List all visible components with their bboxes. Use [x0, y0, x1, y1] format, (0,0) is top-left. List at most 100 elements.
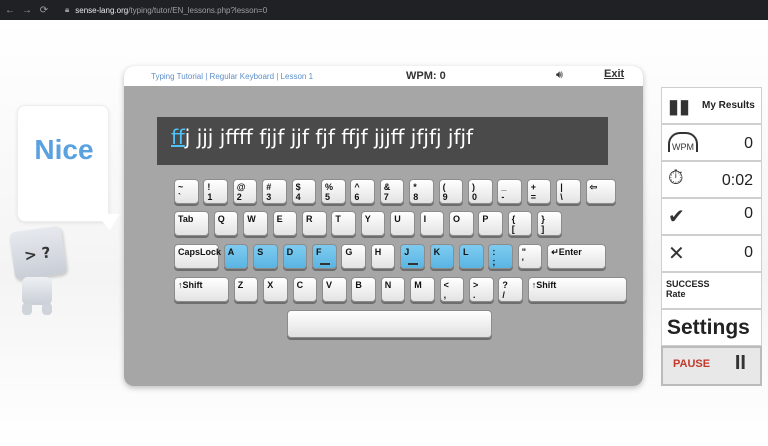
key-row4-8[interactable]: <,	[439, 277, 465, 302]
key-row4-3[interactable]: C	[292, 277, 318, 302]
key-row1-2[interactable]: @2	[232, 179, 258, 204]
key-row4-4[interactable]: V	[322, 277, 347, 302]
key-label: R	[306, 214, 313, 224]
forward-icon[interactable]: →	[20, 5, 34, 16]
key-row1-9[interactable]: (9	[438, 179, 464, 204]
key-label: <	[443, 280, 449, 290]
key-sublabel: ]	[541, 224, 545, 234]
key-row4-9[interactable]: >.	[469, 277, 494, 302]
key-row1-1[interactable]: ! 1	[203, 179, 228, 204]
settings-button[interactable]: Settings	[661, 309, 762, 346]
key-row3-8[interactable]: K	[429, 244, 455, 269]
key-row4-7[interactable]: M	[410, 277, 435, 302]
key-label: |	[560, 182, 563, 192]
key-label: G	[345, 247, 353, 257]
key-row4-2[interactable]: X	[263, 277, 288, 302]
key-sublabel: 2	[236, 192, 242, 202]
key-label: #	[266, 182, 272, 192]
exit-button[interactable]: Exit	[604, 68, 624, 80]
key-sublabel: 1	[207, 192, 213, 202]
pause-button[interactable]: PAUSE II	[661, 346, 762, 386]
key-row1-14[interactable]: ⇦	[585, 179, 616, 204]
panel-header: Typing Tutorial | Regular Keyboard | Les…	[124, 66, 643, 86]
key-row3-4[interactable]: F	[312, 244, 337, 269]
key-row3-0[interactable]: CapsLock	[174, 244, 221, 269]
key-label: }	[541, 214, 545, 224]
wpm-stat: WPM 0	[661, 124, 762, 161]
speaker-icon[interactable]: 🔊︎	[556, 69, 563, 82]
key-label: T	[335, 214, 341, 224]
key-row4-1[interactable]: Z	[233, 277, 259, 302]
lesson-text-bar: ffj jjj jffff fjjf jjf fjf ffjf jjjff jf…	[157, 117, 608, 165]
mascot: > ?	[8, 225, 68, 317]
key-row2-1[interactable]: Q	[213, 211, 239, 236]
key-row1-5[interactable]: % 5	[321, 179, 346, 204]
key-label: F	[316, 247, 322, 257]
key-label: J	[404, 247, 410, 257]
key-row2-8[interactable]: I	[419, 211, 445, 236]
breadcrumb[interactable]: Typing Tutorial | Regular Keyboard | Les…	[151, 72, 313, 81]
key-row3-7[interactable]: J	[400, 244, 425, 269]
key-sublabel: 4	[295, 192, 301, 202]
key-sublabel: [	[511, 224, 515, 234]
key-row2-5[interactable]: T	[331, 211, 356, 236]
key-row3-1[interactable]: A	[223, 244, 249, 269]
x-icon: ✕	[668, 243, 685, 265]
key-row1-12[interactable]: + =	[526, 179, 552, 204]
key-label: :	[492, 247, 496, 257]
my-results-button[interactable]: ▮▮ My Results	[661, 87, 762, 124]
key-row4-5[interactable]: B	[351, 277, 376, 302]
key-row2-9[interactable]: O	[449, 211, 474, 236]
key-label: @	[236, 182, 246, 192]
key-row1-11[interactable]: _ -	[497, 179, 522, 204]
success-label: SUCCESS	[666, 279, 710, 289]
key-row3-5[interactable]: G	[341, 244, 366, 269]
key-row2-11[interactable]: {[	[507, 211, 533, 236]
mascot-leg	[22, 303, 32, 315]
key-label: I	[423, 214, 427, 224]
key-row3-10[interactable]: :;	[488, 244, 513, 269]
key-row1-8[interactable]: * 8	[409, 179, 434, 204]
key-row2-7[interactable]: U	[390, 211, 415, 236]
reload-icon[interactable]: ⟳	[37, 5, 51, 16]
address-bar[interactable]: sense-lang.org/typing/tutor/EN_lessons.p…	[75, 6, 267, 15]
stopwatch-icon: ⏱︎	[668, 167, 684, 189]
key-row1-13[interactable]: | \	[556, 179, 581, 204]
key-row4-10[interactable]: ? /	[498, 277, 523, 302]
correct-stat: ✔ 0	[661, 198, 762, 235]
key-row1-3[interactable]: #3	[262, 179, 287, 204]
key-label: L	[463, 247, 469, 257]
key-row3-3[interactable]: D	[282, 244, 308, 269]
key-row2-12[interactable]: }]	[537, 211, 562, 236]
key-row1-6[interactable]: ^ 6	[350, 179, 375, 204]
key-row1-7[interactable]: & 7	[379, 179, 405, 204]
key-label: ~	[178, 182, 184, 192]
key-row3-12[interactable]: ↵Enter	[547, 244, 607, 269]
key-row1-0[interactable]: ~ `	[174, 179, 199, 204]
key-row3-6[interactable]: H	[370, 244, 396, 269]
key-row2-6[interactable]: Y	[360, 211, 386, 236]
key-row2-2[interactable]: W	[243, 211, 268, 236]
key-row2-3[interactable]: E	[272, 211, 298, 236]
key-row2-10[interactable]: P	[478, 211, 503, 236]
url-host: sense-lang.org	[75, 5, 129, 15]
key-label: ↑Shift	[178, 280, 203, 290]
key-label: A	[227, 247, 235, 257]
key-space[interactable]	[287, 310, 492, 338]
check-icon: ✔	[668, 206, 685, 228]
key-row2-0[interactable]: Tab	[174, 211, 209, 236]
key-row1-4[interactable]: $4	[291, 179, 317, 204]
key-label: P	[482, 214, 489, 224]
key-label: N	[384, 280, 392, 290]
lock-icon[interactable]: 🔒︎	[65, 5, 69, 15]
key-row2-4[interactable]: R	[302, 211, 327, 236]
key-row3-9[interactable]: L	[459, 244, 484, 269]
key-row4-6[interactable]: N	[380, 277, 406, 302]
key-row3-11[interactable]: " '	[517, 244, 543, 269]
key-label: $	[295, 182, 301, 192]
key-row4-11[interactable]: ↑Shift	[527, 277, 627, 302]
key-row3-2[interactable]: S	[253, 244, 278, 269]
key-row1-10[interactable]: ) 0	[468, 179, 493, 204]
back-icon[interactable]: ←	[3, 5, 17, 16]
key-row4-0[interactable]: ↑Shift	[174, 277, 229, 302]
